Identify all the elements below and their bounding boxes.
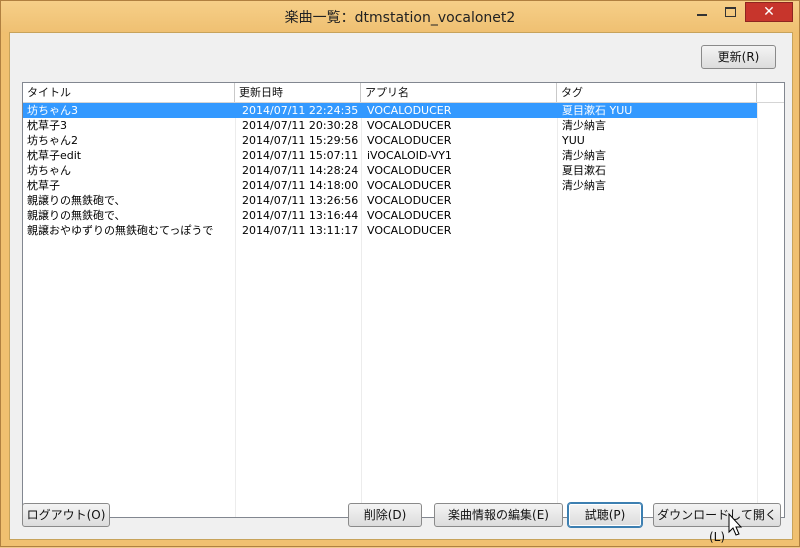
cell-title: 親譲りの無鉄砲で、 (27, 209, 126, 222)
download-open-button[interactable]: ダウンロードして開く(L) (653, 503, 781, 544)
cell-updated: 2014/07/11 15:29:56 (242, 134, 359, 147)
cell-updated: 2014/07/11 14:18:00 (242, 179, 359, 192)
cell-app: VOCALODUCER (367, 194, 452, 207)
cell-app: VOCALODUCER (367, 224, 452, 237)
table-row[interactable]: 枕草子edit 2014/07/11 15:07:11 iVOCALOID-VY… (23, 148, 757, 163)
column-header-filler (757, 83, 784, 102)
song-list[interactable]: タイトル 更新日時 アプリ名 タグ 坊ちゃん3 2014/07/11 22:24… (22, 82, 785, 518)
mouse-cursor-icon (728, 513, 743, 536)
table-row[interactable]: 坊ちゃん 2014/07/11 14:28:24 VOCALODUCER 夏目漱… (23, 163, 757, 178)
cell-updated: 2014/07/11 13:16:44 (242, 209, 359, 222)
cell-title: 枕草子edit (27, 149, 82, 162)
cell-tag (557, 223, 757, 238)
table-row[interactable]: 親譲りの無鉄砲で、 2014/07/11 13:26:56 VOCALODUCE… (23, 193, 757, 208)
table-row[interactable]: 坊ちゃん3 2014/07/11 22:24:35 VOCALODUCER 夏目… (23, 103, 757, 118)
cell-title: 親譲りの無鉄砲で、 (27, 194, 126, 207)
close-button[interactable]: ✕ (745, 2, 793, 22)
cell-title: 坊ちゃん3 (27, 104, 78, 117)
cell-title: 枕草子3 (27, 119, 67, 132)
cell-title: 枕草子 (27, 179, 60, 192)
refresh-button[interactable]: 更新(R) (701, 45, 776, 69)
table-row[interactable]: 枕草子 2014/07/11 14:18:00 VOCALODUCER 清少納言 (23, 178, 757, 193)
cell-app: VOCALODUCER (367, 164, 452, 177)
table-row[interactable]: 枕草子3 2014/07/11 20:30:28 VOCALODUCER 清少納… (23, 118, 757, 133)
cell-app: VOCALODUCER (367, 134, 452, 147)
cell-updated: 2014/07/11 22:24:35 (242, 104, 359, 117)
cell-updated: 2014/07/11 14:28:24 (242, 164, 359, 177)
cell-app: VOCALODUCER (367, 119, 452, 132)
edit-info-button[interactable]: 楽曲情報の編集(E) (434, 503, 563, 527)
cell-title: 坊ちゃん (27, 164, 71, 177)
column-header-title[interactable]: タイトル (23, 83, 235, 102)
cell-updated: 2014/07/11 15:07:11 (242, 149, 359, 162)
cell-tag: 清少納言 (562, 179, 606, 192)
delete-button[interactable]: 削除(D) (348, 503, 422, 527)
cell-app: VOCALODUCER (367, 209, 452, 222)
title-bar[interactable]: 楽曲一覧：dtmstation_vocalonet2 ✕ (1, 1, 799, 32)
cell-tag: 清少納言 (562, 149, 606, 162)
cell-app: iVOCALOID-VY1 (367, 149, 452, 162)
cell-updated: 2014/07/11 13:11:17 (242, 224, 359, 237)
minimize-button[interactable] (689, 2, 716, 22)
grid-divider (757, 103, 758, 517)
cell-tag (557, 208, 757, 223)
cell-tag: 清少納言 (562, 119, 606, 132)
preview-button[interactable]: 試聴(P) (568, 503, 642, 527)
maximize-button[interactable] (717, 2, 744, 22)
cell-tag: 夏目漱石 YUU (562, 104, 633, 117)
cell-title: 坊ちゃん2 (27, 134, 78, 147)
table-row[interactable]: 坊ちゃん2 2014/07/11 15:29:56 VOCALODUCER YU… (23, 133, 757, 148)
list-header: タイトル 更新日時 アプリ名 タグ (23, 83, 784, 103)
column-header-app[interactable]: アプリ名 (361, 83, 557, 102)
minimize-icon (697, 14, 707, 16)
window-title: 楽曲一覧：dtmstation_vocalonet2 (284, 10, 516, 26)
cell-app: VOCALODUCER (367, 179, 452, 192)
app-window: 楽曲一覧：dtmstation_vocalonet2 ✕ 更新(R) タイトル … (0, 0, 800, 547)
cell-tag: 夏目漱石 (562, 164, 606, 177)
maximize-icon (725, 7, 736, 17)
cell-tag (557, 193, 757, 208)
cell-app: VOCALODUCER (367, 104, 452, 117)
logout-button[interactable]: ログアウト(O) (22, 503, 110, 527)
cell-tag: YUU (562, 134, 585, 147)
column-header-updated[interactable]: 更新日時 (235, 83, 361, 102)
cell-updated: 2014/07/11 20:30:28 (242, 119, 359, 132)
close-icon: ✕ (763, 4, 775, 20)
table-row[interactable]: 親譲りの無鉄砲で、 2014/07/11 13:16:44 VOCALODUCE… (23, 208, 757, 223)
table-row[interactable]: 親譲おやゆずりの無鉄砲むてっぽうで 2014/07/11 13:11:17 VO… (23, 223, 757, 238)
column-header-tag[interactable]: タグ (557, 83, 757, 102)
client-area: 更新(R) タイトル 更新日時 アプリ名 タグ 坊ちゃん3 2014/07/11… (9, 32, 793, 544)
cell-updated: 2014/07/11 13:26:56 (242, 194, 359, 207)
cell-title: 親譲おやゆずりの無鉄砲むてっぽうで (27, 224, 214, 237)
